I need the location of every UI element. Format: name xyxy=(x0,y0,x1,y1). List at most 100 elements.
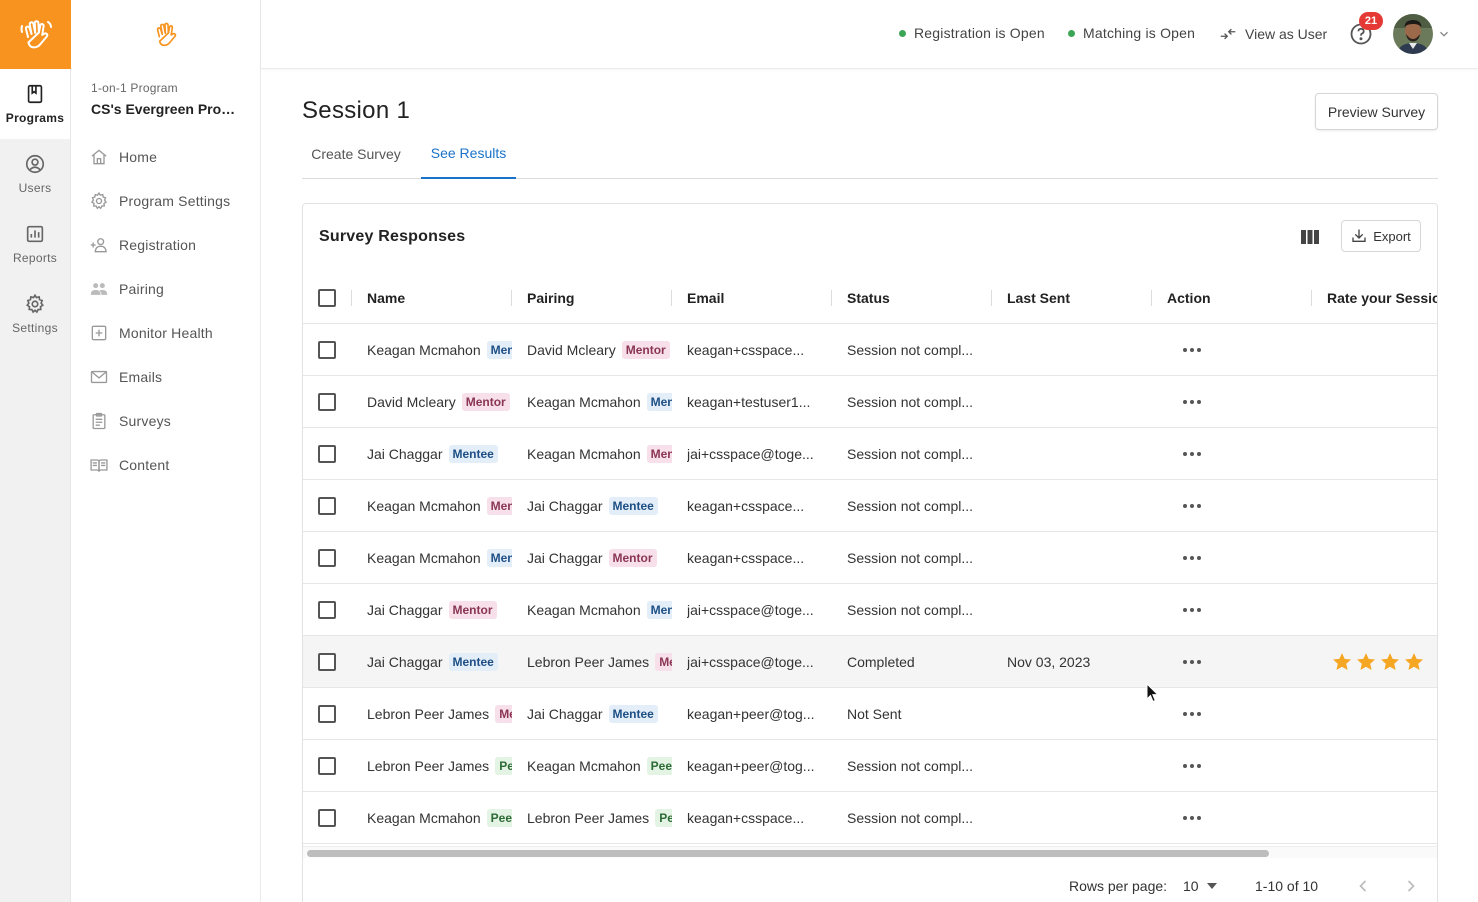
view-as-user-button[interactable]: View as User xyxy=(1219,25,1327,43)
pairing-name[interactable]: Jai Chaggar xyxy=(527,550,603,566)
table-row[interactable]: David Mcleary Mentor Keagan Mcmahon Menteek… xyxy=(303,376,1437,428)
sidebar-item-emails[interactable]: Emails xyxy=(71,355,260,399)
pairing-name[interactable]: David Mcleary xyxy=(527,342,616,358)
row-checkbox[interactable] xyxy=(318,601,336,619)
scrollbar-thumb[interactable] xyxy=(307,850,1269,857)
more-options-icon[interactable] xyxy=(1179,656,1205,668)
table-row[interactable]: Jai Chaggar Mentee Keagan Mcmahon Mentor jai… xyxy=(303,428,1437,480)
more-options-icon[interactable] xyxy=(1179,448,1205,460)
pairing-name[interactable]: Lebron Peer James xyxy=(527,654,649,670)
export-button[interactable]: Export xyxy=(1341,220,1421,252)
table-row[interactable]: Keagan Mcmahon Mentor Jai Chaggar Mentee kea… xyxy=(303,480,1437,532)
row-checkbox[interactable] xyxy=(318,393,336,411)
participant-name[interactable]: Keagan Mcmahon xyxy=(367,342,481,358)
rows-per-page-select[interactable]: 10 xyxy=(1183,878,1217,894)
pairing-name[interactable]: Keagan Mcmahon xyxy=(527,394,641,410)
row-checkbox[interactable] xyxy=(318,497,336,515)
columns-icon[interactable] xyxy=(1299,226,1321,248)
participant-name[interactable]: Jai Chaggar xyxy=(367,446,443,462)
sidebar-item-home[interactable]: Home xyxy=(71,135,260,179)
pairing-name[interactable]: Jai Chaggar xyxy=(527,706,603,722)
table-row[interactable]: Jai Chaggar Mentee Lebron Peer James Mentor… xyxy=(303,636,1437,688)
brand-logo[interactable] xyxy=(0,0,71,69)
table-row[interactable]: Keagan Mcmahon Mentee David Mcleary Mentor k… xyxy=(303,324,1437,376)
column-header-pairing[interactable]: Pairing xyxy=(527,272,667,324)
select-all-checkbox[interactable] xyxy=(318,289,336,307)
participant-name[interactable]: Jai Chaggar xyxy=(367,654,443,670)
sidebar-item-registration[interactable]: Registration xyxy=(71,223,260,267)
more-options-icon[interactable] xyxy=(1179,604,1205,616)
participant-name[interactable]: Jai Chaggar xyxy=(367,602,443,618)
participant-name[interactable]: Lebron Peer James xyxy=(367,758,489,774)
more-options-icon[interactable] xyxy=(1179,812,1205,824)
more-options-icon[interactable] xyxy=(1179,396,1205,408)
rail-item-settings[interactable]: Settings xyxy=(0,279,70,349)
tab-create-survey[interactable]: Create Survey xyxy=(302,129,410,179)
more-options-icon[interactable] xyxy=(1179,500,1205,512)
row-checkbox[interactable] xyxy=(318,653,336,671)
more-options-icon[interactable] xyxy=(1179,760,1205,772)
rail-item-reports[interactable]: Reports xyxy=(0,209,70,279)
pairing-cell: Keagan Mcmahon Mentee xyxy=(527,584,672,636)
pairing-name[interactable]: Keagan Mcmahon xyxy=(527,602,641,618)
table-row[interactable]: Keagan McmahonPeerLebron Peer JamesPeerk… xyxy=(303,792,1437,844)
chevron-left-icon[interactable] xyxy=(1353,876,1373,896)
rail-item-programs[interactable]: Programs xyxy=(0,69,70,139)
program-name[interactable]: CS's Evergreen Prog... xyxy=(71,101,241,117)
column-header-last-sent[interactable]: Last Sent xyxy=(1007,272,1147,324)
participant-name[interactable]: David Mcleary xyxy=(367,394,456,410)
row-checkbox[interactable] xyxy=(318,809,336,827)
star-icon[interactable] xyxy=(1403,651,1425,673)
chevron-right-icon[interactable] xyxy=(1401,876,1421,896)
column-header-email[interactable]: Email xyxy=(687,272,827,324)
row-checkbox[interactable] xyxy=(318,341,336,359)
more-options-icon[interactable] xyxy=(1179,552,1205,564)
sidebar-item-surveys[interactable]: Surveys xyxy=(71,399,260,443)
rail-item-users[interactable]: Users xyxy=(0,139,70,209)
table-row[interactable]: Lebron Peer James Mentor Jai Chaggar Mentee… xyxy=(303,688,1437,740)
star-icon[interactable] xyxy=(1331,651,1353,673)
sidebar-item-label: Home xyxy=(119,149,158,165)
role-badge: Mentee xyxy=(486,341,512,359)
app-rail: Programs Users Reports Settings xyxy=(0,0,71,902)
pairing-name[interactable]: Keagan Mcmahon xyxy=(527,758,641,774)
responses-table: Name Pairing Email Status Last Sent Acti… xyxy=(303,272,1437,844)
preview-survey-button[interactable]: Preview Survey xyxy=(1315,93,1438,130)
status-cell: Session not compl... xyxy=(847,758,974,774)
star-icon[interactable] xyxy=(1355,651,1377,673)
sidebar-item-content[interactable]: Content xyxy=(71,443,260,487)
pairing-name[interactable]: Keagan Mcmahon xyxy=(527,446,641,462)
pairing-name[interactable]: Lebron Peer James xyxy=(527,810,649,826)
participant-name[interactable]: Keagan Mcmahon xyxy=(367,498,481,514)
row-checkbox[interactable] xyxy=(318,757,336,775)
sidebar-item-monitor-health[interactable]: Monitor Health xyxy=(71,311,260,355)
chevron-down-icon[interactable] xyxy=(1437,27,1451,41)
more-options-icon[interactable] xyxy=(1179,708,1205,720)
table-row[interactable]: Keagan Mcmahon Mentee Jai Chaggar Mentor kea… xyxy=(303,532,1437,584)
tab-see-results[interactable]: See Results xyxy=(421,129,516,179)
column-header-name[interactable]: Name xyxy=(367,272,507,324)
star-rating[interactable] xyxy=(1331,651,1425,673)
table-row[interactable]: Jai Chaggar Mentor Keagan Mcmahon Mentee jai… xyxy=(303,584,1437,636)
pairing-cell: Jai Chaggar Mentor xyxy=(527,532,672,584)
email-cell: jai+csspace@toge... xyxy=(687,446,814,462)
table-row[interactable]: Lebron Peer JamesPeerKeagan McmahonPeerk… xyxy=(303,740,1437,792)
column-header-rate-session[interactable]: Rate your Session xyxy=(1327,272,1437,324)
row-checkbox[interactable] xyxy=(318,549,336,567)
role-badge: Mentee xyxy=(448,445,498,463)
pairing-name[interactable]: Jai Chaggar xyxy=(527,498,603,514)
sidebar-item-program-settings[interactable]: Program Settings xyxy=(71,179,260,223)
avatar[interactable] xyxy=(1393,14,1433,54)
more-options-icon[interactable] xyxy=(1179,344,1205,356)
row-select-cell xyxy=(318,480,338,532)
sidebar-item-pairing[interactable]: Pairing xyxy=(71,267,260,311)
star-icon[interactable] xyxy=(1379,651,1401,673)
column-header-status[interactable]: Status xyxy=(847,272,987,324)
sidebar-logo xyxy=(71,0,260,69)
participant-name[interactable]: Keagan Mcmahon xyxy=(367,810,481,826)
row-checkbox[interactable] xyxy=(318,445,336,463)
participant-name[interactable]: Lebron Peer James xyxy=(367,706,489,722)
row-checkbox[interactable] xyxy=(318,705,336,723)
horizontal-scrollbar[interactable] xyxy=(303,846,1437,858)
participant-name[interactable]: Keagan Mcmahon xyxy=(367,550,481,566)
